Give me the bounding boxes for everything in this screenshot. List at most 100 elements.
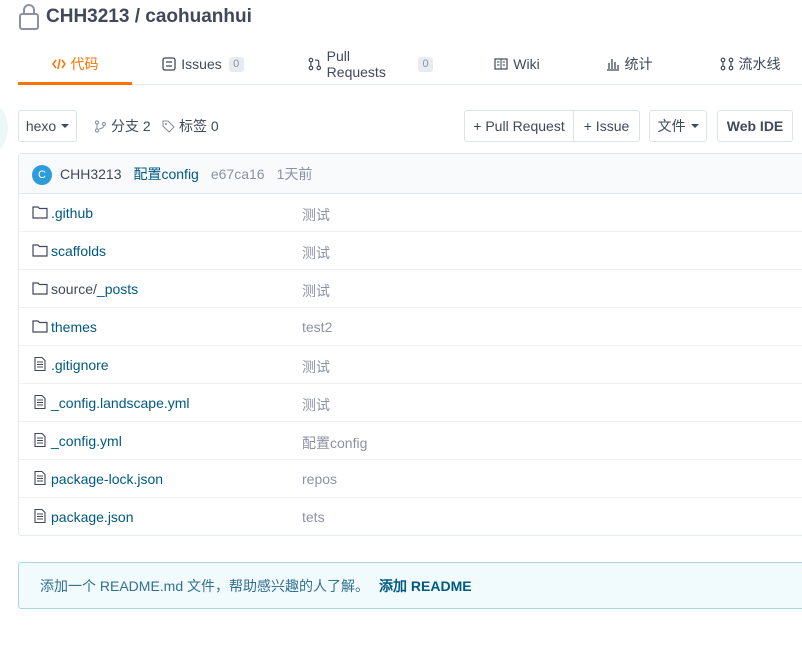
file-name: _posts [96, 281, 139, 297]
file-name-prefix[interactable]: source/ [51, 281, 97, 297]
branches-link[interactable]: 分支 2 [94, 110, 151, 142]
file-commit-message-link[interactable]: repos [302, 471, 337, 487]
bar-chart-icon [606, 59, 619, 71]
folder-icon [32, 320, 48, 333]
file-name: .gitignore [51, 357, 109, 373]
tab-statistics[interactable]: 统计 [604, 44, 654, 84]
branches-label: 分支 2 [111, 118, 151, 134]
file-commit-message-link[interactable]: tets [302, 509, 325, 525]
file-name-link[interactable]: _config.landscape.yml [51, 395, 190, 411]
tab-label: Pull Requests [326, 48, 386, 80]
readme-prompt-text: 添加一个 README.md 文件，帮助感兴趣的人了解。 [40, 577, 370, 594]
tab-label: 统计 [624, 56, 653, 72]
tag-icon [162, 119, 175, 133]
table-row: _config.landscape.yml 测试 [19, 384, 802, 422]
repo-owner-link[interactable]: CHH3213 [46, 6, 129, 27]
file-name: _config.yml [51, 433, 122, 449]
repo-toolbar: hexo 分支 2 标签 0 + Pull Request + Issue 文件… [18, 110, 802, 142]
avatar[interactable]: C [32, 165, 52, 185]
file-list: C CHH3213 配置config e67ca16 1天前 .github 测试… [18, 153, 802, 536]
file-name-link[interactable]: .gitignore [51, 357, 109, 373]
file-name: scaffolds [51, 243, 106, 259]
repo-separator: / [129, 6, 146, 27]
file-name-link[interactable]: .github [51, 205, 93, 221]
file-menu-button[interactable]: 文件 [649, 110, 707, 142]
tab-label: 流水线 [738, 56, 781, 72]
file-name-link[interactable]: source/_posts [51, 281, 138, 297]
file-name: package.json [51, 509, 134, 525]
table-row: _config.yml 配置config [19, 422, 802, 460]
file-icon [34, 395, 46, 409]
file-icon [34, 433, 46, 447]
file-icon [34, 357, 46, 371]
repo-tabs: 代码 Issues 0 Pull Requests 0 Wiki 统计 流水线 [18, 44, 802, 85]
code-icon [51, 58, 66, 70]
tab-label: 代码 [70, 56, 99, 72]
commit-time: 1天前 [276, 165, 313, 182]
issues-icon [162, 57, 176, 71]
chevron-down-icon [61, 124, 70, 128]
file-commit-message-link[interactable]: 配置config [302, 433, 367, 453]
file-commit-message-link[interactable]: 测试 [302, 243, 330, 263]
table-row: source/_posts 测试 [19, 270, 802, 308]
file-name: _config.landscape.yml [51, 395, 190, 411]
tags-label: 标签 0 [179, 118, 219, 134]
tags-link[interactable]: 标签 0 [162, 110, 219, 142]
file-name-link[interactable]: scaffolds [51, 243, 106, 259]
table-row: .gitignore 测试 [19, 346, 802, 384]
side-decoration [0, 103, 8, 153]
file-name-link[interactable]: themes [51, 319, 97, 335]
wiki-book-icon [494, 58, 508, 70]
file-commit-message-link[interactable]: test2 [302, 319, 332, 335]
file-icon [34, 471, 46, 485]
file-menu-label: 文件 [657, 118, 686, 134]
new-issue-button[interactable]: + Issue [573, 111, 639, 141]
tab-label: Issues [181, 56, 222, 72]
folder-icon [32, 206, 48, 219]
file-name: themes [51, 319, 97, 335]
web-ide-button[interactable]: Web IDE [717, 110, 793, 142]
file-name-link[interactable]: package.json [51, 509, 134, 525]
file-commit-message-link[interactable]: 测试 [302, 205, 330, 225]
table-row: package.json tets [19, 498, 802, 536]
file-icon [34, 509, 46, 523]
commit-author-link[interactable]: CHH3213 [60, 166, 121, 182]
repo-header: CHH3213 / caohuanhui [18, 0, 252, 34]
file-commit-message-link[interactable]: 测试 [302, 357, 330, 377]
file-commit-message-link[interactable]: 测试 [302, 395, 330, 415]
pull-requests-count-badge: 0 [418, 56, 433, 72]
table-row: themes test2 [19, 308, 802, 346]
file-name-link[interactable]: _config.yml [51, 433, 122, 449]
folder-icon [32, 282, 48, 295]
tab-code[interactable]: 代码 [18, 44, 132, 85]
file-name: .github [51, 205, 94, 221]
repo-name-link[interactable]: caohuanhui [145, 6, 252, 27]
tab-wiki[interactable]: Wiki [492, 44, 542, 84]
tab-pipeline[interactable]: 流水线 [718, 44, 782, 84]
file-rows: .github 测试 scaffolds 测试 source/_posts 测试 theme… [19, 194, 802, 536]
chevron-down-icon [690, 124, 699, 128]
lock-icon [19, 4, 39, 30]
issues-count-badge: 0 [228, 56, 244, 72]
tab-issues[interactable]: Issues 0 [158, 44, 248, 84]
branch-select[interactable]: hexo [18, 110, 77, 142]
table-row: scaffolds 测试 [19, 232, 802, 270]
tab-label: Wiki [513, 56, 540, 72]
repo-title: CHH3213 / caohuanhui [46, 6, 252, 28]
tab-pull-requests[interactable]: Pull Requests 0 [308, 44, 433, 84]
commit-sha-link[interactable]: e67ca16 [211, 166, 265, 182]
latest-commit-bar: C CHH3213 配置config e67ca16 1天前 [19, 154, 802, 194]
table-row: package-lock.json repos [19, 460, 802, 498]
readme-prompt: 添加一个 README.md 文件，帮助感兴趣的人了解。 添加 README [18, 562, 802, 609]
branch-icon [94, 119, 107, 133]
pipeline-icon [720, 57, 733, 71]
add-readme-link[interactable]: 添加 README [379, 576, 472, 596]
branch-name: hexo [25, 118, 57, 134]
new-pull-request-button[interactable]: + Pull Request [465, 111, 573, 141]
file-commit-message-link[interactable]: 测试 [302, 281, 330, 301]
folder-icon [32, 244, 48, 257]
file-name-link[interactable]: package-lock.json [51, 471, 163, 487]
pull-request-icon [308, 57, 322, 71]
file-name: package-lock.json [51, 471, 164, 487]
commit-message-link[interactable]: 配置config [133, 164, 198, 184]
